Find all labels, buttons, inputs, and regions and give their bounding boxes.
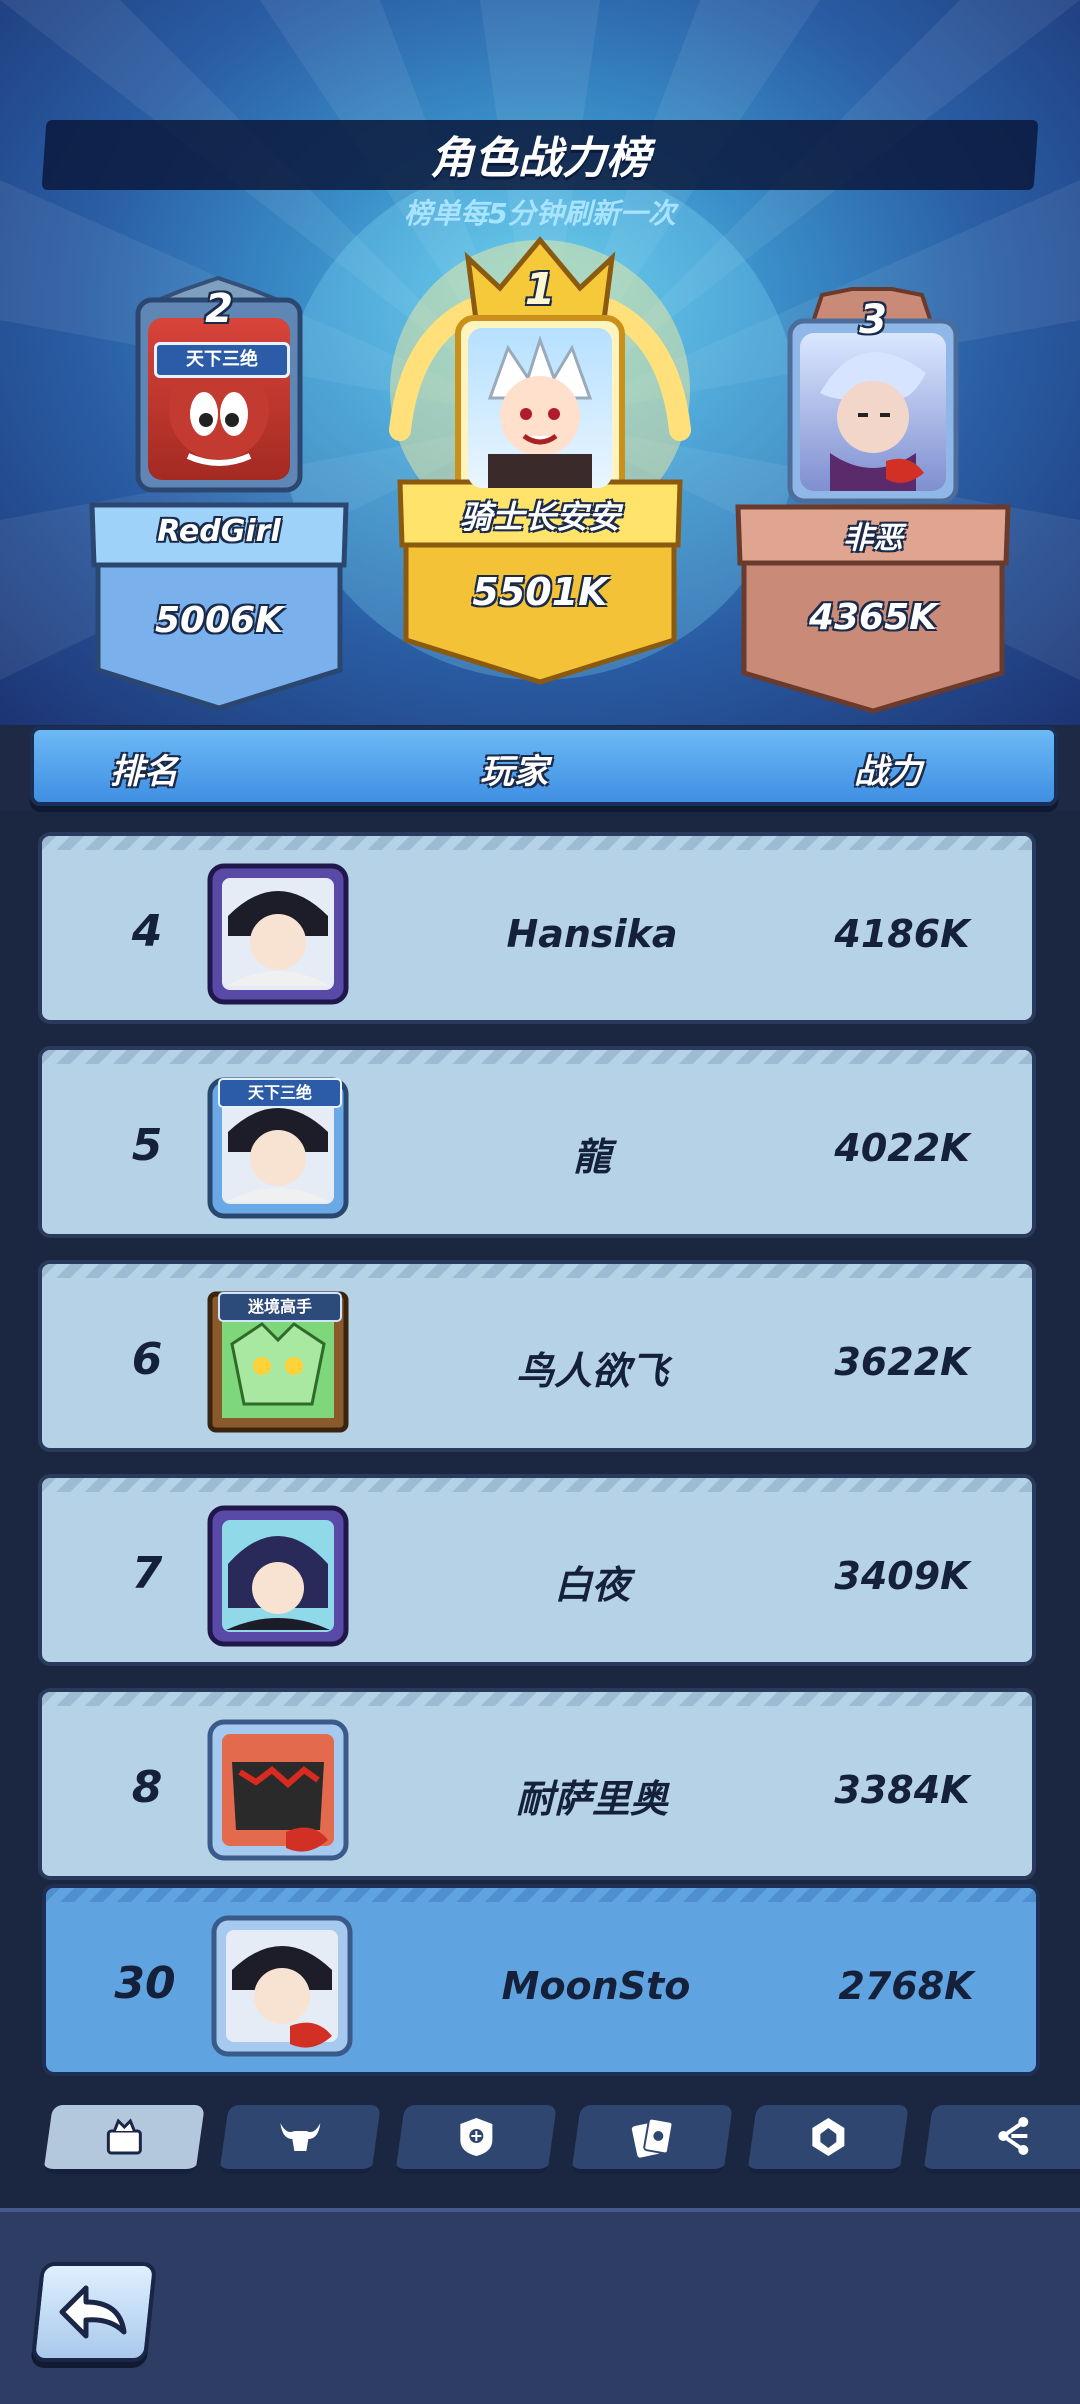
column-power: 战力 — [854, 752, 922, 792]
row-power: 3384K — [834, 1768, 970, 1812]
column-rank: 排名 — [110, 752, 178, 792]
table-row[interactable]: 7 白夜 3409K — [38, 1474, 1036, 1666]
my-player-name: MoonSto — [501, 1964, 691, 2008]
table-row[interactable]: 8 耐萨里奥 3384K — [38, 1688, 1036, 1880]
table-row[interactable]: 4 Hansika 4186K — [38, 832, 1036, 1024]
podium-third[interactable]: 3 非恶 4365K — [732, 285, 1014, 715]
name-second: RedGirl — [157, 514, 281, 549]
row-player-name: 白夜 — [553, 1563, 630, 1607]
podium-first[interactable]: 1 骑士长安安 5501K — [380, 230, 700, 685]
player-avatar — [211, 1915, 353, 2057]
shield-tab-icon — [460, 2118, 493, 2156]
character-tab-icon — [106, 2118, 142, 2155]
podium-section: 角色战力榜 榜单每5分钟刷新一次 天下三绝 2 RedGirl 5006K 1 … — [0, 0, 1080, 725]
my-power: 2768K — [838, 1964, 974, 2008]
my-rank: 30 — [114, 1958, 176, 2009]
row-player-name: 鸟人欲飞 — [515, 1349, 668, 1393]
row-player-name: Hansika — [506, 912, 678, 956]
refresh-note: 榜单每5分钟刷新一次 — [404, 197, 676, 230]
bull-tab-icon — [280, 2123, 321, 2151]
tab-bull[interactable] — [219, 2105, 381, 2174]
cards-tab-icon — [631, 2117, 674, 2158]
name-first: 骑士长安安 — [459, 498, 620, 536]
bottom-bar — [0, 2208, 1080, 2404]
row-avatar-badge: 天下三绝 — [218, 1078, 342, 1108]
player-avatar — [207, 1719, 349, 1861]
tab-cards[interactable] — [571, 2105, 733, 2174]
power-second: 5006K — [154, 600, 284, 641]
row-rank: 4 — [131, 906, 163, 957]
player-avatar — [207, 863, 349, 1005]
row-avatar-badge: 迷境高手 — [218, 1292, 342, 1322]
row-power: 4186K — [834, 912, 970, 956]
power-third: 4365K — [808, 597, 938, 638]
avatar-third — [800, 333, 946, 491]
back-arrow-icon — [59, 2285, 127, 2339]
row-player-name: 龍 — [572, 1135, 611, 1179]
share-tab-icon — [998, 2117, 1029, 2155]
tab-shield[interactable] — [395, 2105, 557, 2174]
power-first: 5501K — [472, 570, 608, 614]
row-rank: 8 — [131, 1762, 163, 1813]
column-player: 玩家 — [480, 752, 548, 792]
name-third: 非恶 — [843, 521, 903, 556]
my-rank-row[interactable]: 30 MoonSto 2768K — [42, 1884, 1040, 2076]
row-player-name: 耐萨里奥 — [515, 1777, 668, 1821]
table-row[interactable]: 5 天下三绝 龍 4022K — [38, 1046, 1036, 1238]
tab-character[interactable] — [43, 2105, 205, 2174]
table-row[interactable]: 6 迷境高手 鸟人欲飞 3622K — [38, 1260, 1036, 1452]
table-header: 排名 玩家 战力 — [30, 726, 1058, 806]
rank-second: 2 — [205, 286, 233, 332]
avatar-first — [468, 328, 612, 488]
rank-first: 1 — [524, 264, 556, 315]
gem-tab-icon — [812, 2118, 845, 2156]
tab-gem[interactable] — [747, 2105, 909, 2174]
podium-second[interactable]: 天下三绝 2 RedGirl 5006K — [78, 270, 360, 710]
row-power: 3622K — [834, 1340, 970, 1384]
tab-share[interactable] — [923, 2105, 1080, 2174]
rank-third: 3 — [859, 297, 887, 343]
row-power: 3409K — [834, 1554, 970, 1598]
row-rank: 7 — [131, 1548, 163, 1599]
player-avatar — [207, 1505, 349, 1647]
page-title: 角色战力榜 — [430, 133, 650, 184]
row-rank: 5 — [131, 1120, 163, 1171]
badge-second: 天下三绝 — [154, 342, 290, 378]
row-rank: 6 — [131, 1334, 163, 1385]
back-button[interactable] — [30, 2262, 158, 2362]
category-tab-bar — [0, 2105, 1080, 2175]
row-power: 4022K — [834, 1126, 970, 1170]
